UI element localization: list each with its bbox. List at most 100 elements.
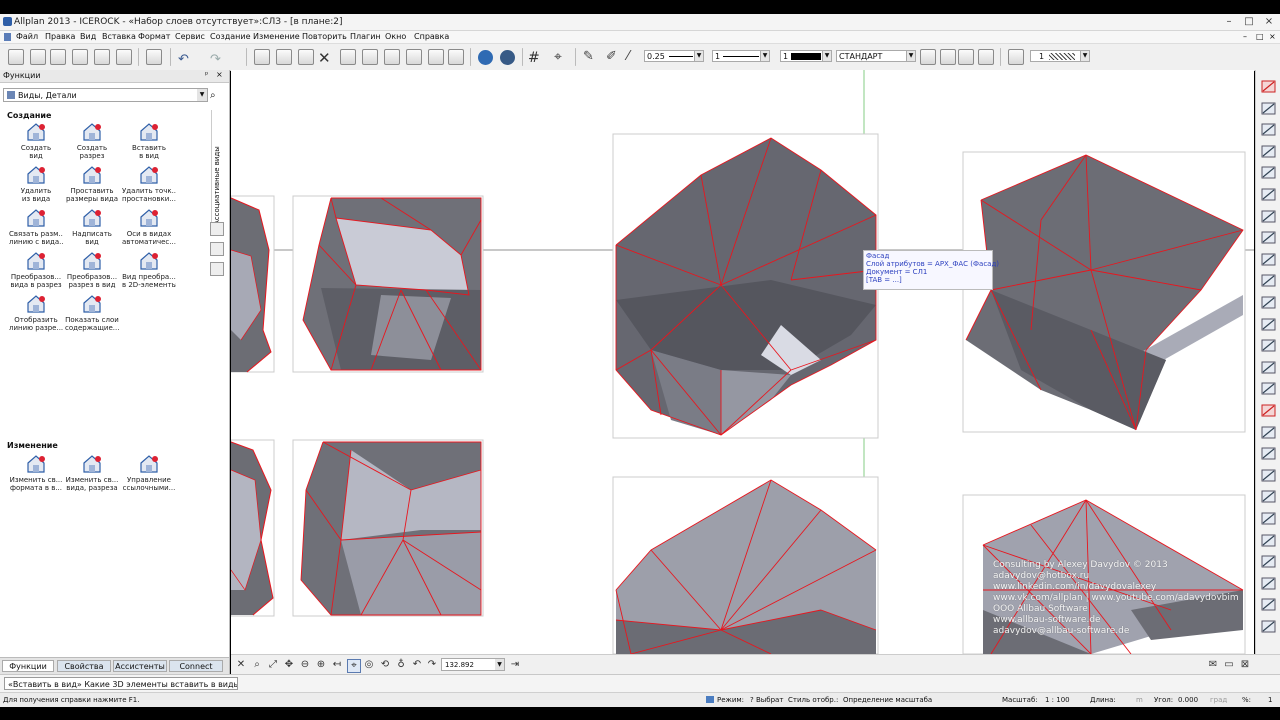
format-icon[interactable] <box>1008 49 1024 65</box>
zoom-scale-field[interactable]: 132.892 ▼ <box>441 658 505 671</box>
filter-icon[interactable] <box>1260 596 1277 613</box>
crosshair-navigate-icon[interactable]: ⌖ <box>347 659 361 673</box>
tab-connect[interactable]: Connect <box>169 660 223 672</box>
function-button[interactable]: Вид преобра... в 2D-элементы <box>122 251 176 289</box>
doc-minimize-button[interactable]: – <box>1243 32 1247 41</box>
navigation-mode-icon[interactable]: ♁ <box>395 659 407 671</box>
move-icon[interactable] <box>362 49 378 65</box>
line-type-select[interactable]: 1 ▼ <box>712 50 770 62</box>
function-button[interactable]: Вставить в вид <box>122 122 176 160</box>
close-view-icon[interactable]: ✕ <box>235 659 247 671</box>
copy2-icon[interactable] <box>1260 337 1277 354</box>
new-file-icon[interactable] <box>50 49 66 65</box>
rotate-icon[interactable] <box>384 49 400 65</box>
zoom-out-icon[interactable]: ⊖ <box>299 659 311 671</box>
menu-plugin[interactable]: Плагин <box>350 32 381 41</box>
globe-icon[interactable] <box>478 50 493 65</box>
chevron-down-icon[interactable]: ▼ <box>197 89 207 101</box>
print-icon[interactable] <box>116 49 132 65</box>
layer-settings-icon[interactable] <box>978 49 994 65</box>
arc-icon[interactable] <box>1260 121 1277 138</box>
copy3-icon[interactable] <box>1260 359 1277 376</box>
fill-icon[interactable] <box>1260 488 1277 505</box>
layers-icon[interactable] <box>920 49 936 65</box>
scale-icon[interactable] <box>406 49 422 65</box>
menu-format[interactable]: Формат <box>138 32 170 41</box>
layer-visibility-icon[interactable] <box>958 49 974 65</box>
menu-insert[interactable]: Вставка <box>102 32 136 41</box>
function-button[interactable]: Надписать вид <box>65 208 119 246</box>
function-button[interactable]: Изменить св... вида, разреза <box>65 454 119 492</box>
stair-icon[interactable] <box>1260 251 1277 268</box>
modify-points-icon[interactable] <box>428 49 444 65</box>
text-icon[interactable] <box>1260 510 1277 527</box>
menu-repeat[interactable]: Повторить <box>302 32 347 41</box>
doc-restore-button[interactable]: □ <box>1256 32 1264 41</box>
pipette-icon[interactable]: ⁄ <box>627 49 629 64</box>
delete-icon[interactable]: ✕ <box>318 49 331 67</box>
window-fit-icon[interactable]: ▭ <box>1223 659 1235 671</box>
help-icon[interactable] <box>500 50 515 65</box>
function-button[interactable]: Преобразов... вида в разрез <box>9 251 63 289</box>
function-button[interactable]: Управление ссылочными... <box>122 454 176 492</box>
view-direction-icon[interactable]: ◎ <box>363 659 375 671</box>
pen-icon[interactable]: ✎ <box>583 49 594 64</box>
select-icon[interactable] <box>1260 532 1277 549</box>
side-tool-icon[interactable] <box>210 222 224 236</box>
stair3-icon[interactable] <box>1260 294 1277 311</box>
layer-stack-icon[interactable] <box>940 49 956 65</box>
pencil-icon[interactable] <box>1260 78 1277 95</box>
side-tab-associative-views[interactable]: Ассоциативные виды <box>211 110 226 230</box>
close-button[interactable]: × <box>1262 16 1276 28</box>
menu-help[interactable]: Справка <box>414 32 449 41</box>
zoom-window-icon[interactable]: ⤢ <box>267 659 279 671</box>
zoom-in-icon[interactable]: ⊕ <box>315 659 327 671</box>
mirror2-icon[interactable] <box>1260 208 1277 225</box>
redo-icon[interactable]: ↷ <box>210 52 221 67</box>
brush-icon[interactable]: ✐ <box>606 49 617 64</box>
snap-icon[interactable]: # <box>528 50 540 66</box>
wizard-icon[interactable] <box>30 49 46 65</box>
tab-functions[interactable]: Функции <box>2 660 54 672</box>
function-button[interactable]: Показать слои содержащие... <box>65 294 119 332</box>
layer-select[interactable]: СТАНДАРТ ▼ <box>836 50 916 62</box>
orbit-icon[interactable]: ⟲ <box>379 659 391 671</box>
menu-window[interactable]: Окно <box>385 32 406 41</box>
copy-icon[interactable] <box>1260 316 1277 333</box>
function-button[interactable]: Оси в видах автоматичес... <box>122 208 176 246</box>
menu-service[interactable]: Сервис <box>175 32 205 41</box>
function-button[interactable]: Создать разрез <box>65 122 119 160</box>
grid-icon[interactable] <box>8 49 24 65</box>
crosshair-icon[interactable]: ⌖ <box>554 49 562 65</box>
drawing-canvas[interactable]: Фасад Слой атрибутов = АРХ_ФАС (Фасад) Д… <box>231 70 1254 654</box>
menu-create[interactable]: Создание <box>210 32 251 41</box>
function-button[interactable]: Проставить размеры вида <box>65 165 119 203</box>
menu-modify[interactable]: Изменение <box>253 32 300 41</box>
previous-view-icon[interactable]: ↤ <box>331 659 343 671</box>
layers-icon[interactable] <box>1260 229 1277 246</box>
open-icon[interactable] <box>72 49 88 65</box>
chart-icon[interactable] <box>1260 553 1277 570</box>
mirror-icon[interactable] <box>340 49 356 65</box>
module-combo[interactable]: Виды, Детали ▼ <box>3 88 208 102</box>
stair2-icon[interactable] <box>1260 272 1277 289</box>
pin-icon[interactable]: ᵖ <box>205 70 208 79</box>
erase-icon[interactable] <box>1260 380 1277 397</box>
save-icon[interactable] <box>94 49 110 65</box>
comment-icon[interactable]: ✉ <box>1207 659 1219 671</box>
regen-icon[interactable]: ⇥ <box>509 659 521 671</box>
measure-icon[interactable] <box>1260 445 1277 462</box>
function-button[interactable]: Создать вид <box>9 122 63 160</box>
copy-icon[interactable] <box>298 49 314 65</box>
status-scale-value[interactable]: 1 : 100 <box>1045 696 1070 704</box>
panel-close-icon[interactable]: × <box>216 70 223 79</box>
cube-icon[interactable] <box>448 49 464 65</box>
menu-file[interactable]: Файл <box>16 32 38 41</box>
side-tool-icon[interactable] <box>210 262 224 276</box>
view-close-icon[interactable]: ⊠ <box>1239 659 1251 671</box>
line-icon[interactable] <box>1260 100 1277 117</box>
hatch-select[interactable]: 1 ▼ <box>1030 50 1090 62</box>
side-tool-icon[interactable] <box>210 242 224 256</box>
undo-view-icon[interactable]: ↶ <box>411 659 423 671</box>
mirror-icon[interactable] <box>1260 186 1277 203</box>
